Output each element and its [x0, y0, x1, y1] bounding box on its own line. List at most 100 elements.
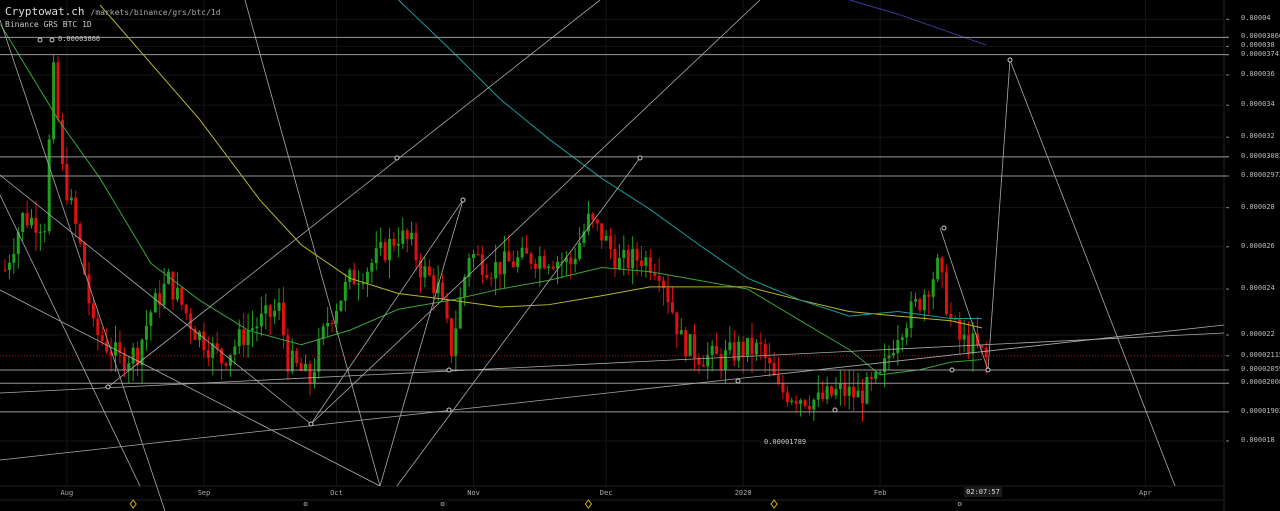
drawing-anchor-point: [446, 367, 452, 373]
candle-up: [790, 400, 794, 403]
trendline-drawing: [244, 0, 381, 487]
site-name[interactable]: Cryptowat.ch: [5, 5, 84, 18]
candle-down: [476, 253, 480, 255]
candle-down: [414, 232, 418, 261]
moving-average-line: [849, 0, 987, 46]
candle-up: [43, 231, 47, 233]
candle-up: [865, 376, 869, 404]
candle-down: [967, 334, 971, 354]
drawing-anchor-point: [949, 367, 955, 373]
candle-down: [803, 400, 807, 406]
price-tick-label: 0.00002008: [1241, 378, 1280, 387]
candle-down: [449, 318, 453, 357]
price-tick-label: 0.000022: [1241, 330, 1275, 338]
chart-header: Cryptowat.ch /markets/binance/grs/btc/1d: [5, 5, 221, 18]
candle-down: [308, 363, 312, 384]
price-tick-label: 0.00004: [1241, 14, 1271, 23]
candle-down: [445, 298, 449, 319]
candle-down: [772, 363, 776, 376]
candle-up: [900, 337, 904, 340]
drawing-anchor-point: [446, 407, 452, 413]
drawing-anchor-point: [105, 384, 111, 390]
candle-down: [392, 238, 396, 246]
candle-up: [936, 257, 940, 280]
candle-up: [290, 350, 294, 372]
candle-down: [843, 383, 847, 396]
price-tick-label: 0.000038: [1241, 41, 1275, 50]
candle-up: [573, 258, 577, 265]
candle-up: [436, 282, 440, 294]
candle-down: [268, 305, 272, 317]
candle-up: [922, 294, 926, 311]
drawing-anchor-point: [37, 37, 43, 43]
candle-down: [777, 375, 780, 384]
candle-down: [927, 294, 931, 297]
market-subtitle: Binance GRS BTC 1D: [5, 20, 92, 29]
candle-up: [401, 230, 405, 244]
candle-up: [255, 326, 259, 329]
trendline-drawing: [107, 0, 601, 388]
candle-down: [595, 219, 599, 224]
candle-up: [564, 257, 568, 262]
candle-up: [617, 258, 621, 269]
candle-up: [754, 342, 758, 355]
candle-up: [896, 339, 900, 354]
time-tick-label: Feb: [873, 489, 887, 497]
candle-down: [657, 275, 661, 281]
candle-down: [635, 248, 639, 261]
price-tick-label: 0.000026: [1241, 241, 1275, 250]
candle-up: [175, 287, 179, 300]
candle-up: [962, 334, 966, 340]
candle-down: [648, 257, 652, 274]
trendline-drawing: [0, 19, 166, 511]
candle-down: [807, 405, 811, 410]
candle-up: [339, 300, 343, 311]
candle-down: [852, 386, 856, 398]
candle-down: [202, 331, 206, 351]
candle-up: [723, 350, 727, 370]
candle-down: [480, 254, 484, 275]
candle-up: [21, 213, 25, 233]
candle-up: [264, 305, 268, 314]
candle-down: [569, 257, 573, 265]
candle-up: [746, 337, 750, 357]
trendline-drawing: [310, 0, 761, 425]
event-diamond-icon: [770, 499, 778, 509]
candle-up: [728, 342, 732, 351]
candle-down: [768, 357, 772, 364]
candle-up: [251, 328, 255, 331]
candle-down: [666, 287, 670, 303]
candle-up: [931, 279, 935, 297]
candle-down: [91, 303, 95, 319]
price-tick-label: 0.000024: [1241, 284, 1275, 293]
candle-up: [374, 248, 378, 264]
candle-up: [259, 313, 263, 327]
candle-up: [365, 271, 369, 284]
candle-up: [516, 257, 520, 268]
candle-down: [918, 299, 922, 311]
price-chart[interactable]: [0, 0, 1280, 511]
candle-down: [940, 257, 944, 273]
candle-up: [233, 346, 237, 355]
candle-down: [701, 364, 705, 367]
drawing-anchor-point: [941, 225, 947, 231]
candle-up: [273, 310, 277, 317]
candle-down: [750, 337, 754, 355]
trendline-drawing: [0, 332, 1225, 394]
candle-up: [679, 330, 683, 335]
candle-down: [794, 400, 798, 404]
candle-down: [295, 350, 299, 364]
candle-down: [719, 354, 723, 370]
candle-up: [379, 242, 383, 249]
candle-down: [609, 235, 613, 249]
price-tick-label: 0.000028: [1241, 202, 1275, 211]
level-annotation: 0.00003866: [58, 35, 101, 43]
candle-up: [361, 283, 365, 285]
candle-up: [538, 256, 542, 269]
candle-up: [454, 328, 458, 357]
candle-down: [3, 269, 7, 271]
time-tick-label: Aug: [60, 489, 74, 497]
event-dot-icon: [440, 502, 445, 506]
candle-down: [180, 287, 184, 305]
market-path: /markets/binance/grs/btc/1d: [90, 8, 221, 17]
